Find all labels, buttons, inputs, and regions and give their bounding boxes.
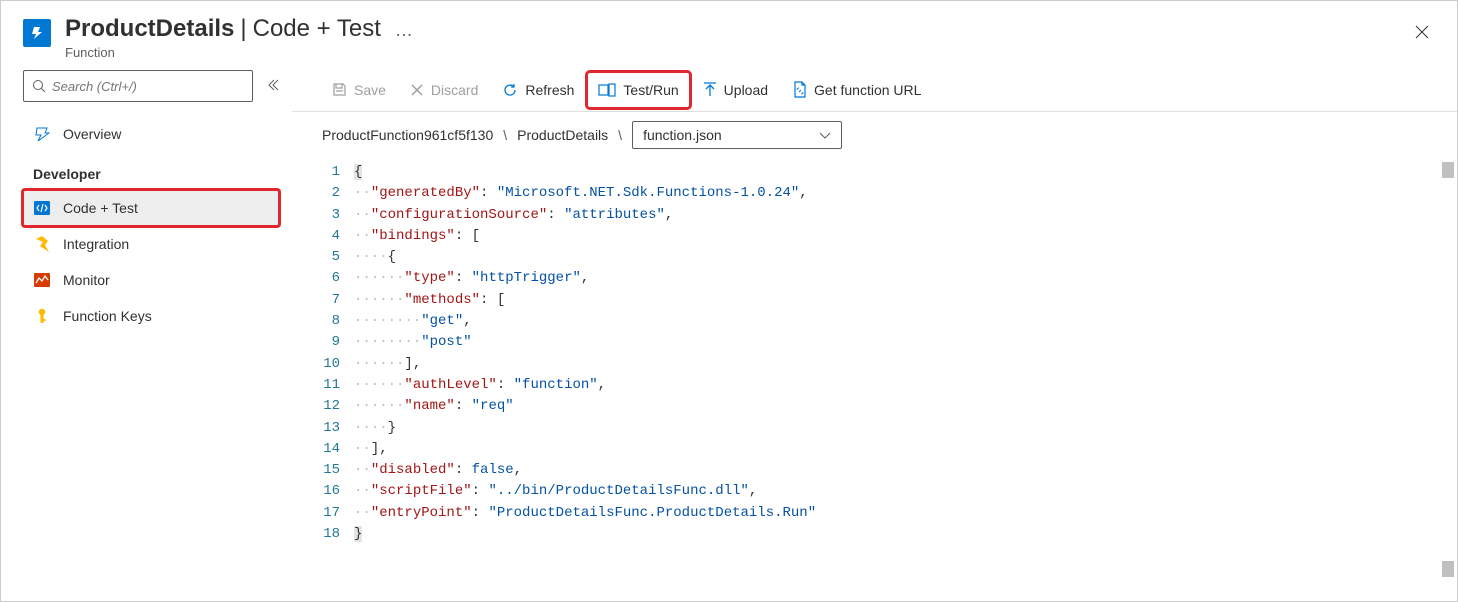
close-button[interactable]: [1415, 25, 1429, 44]
main-content: Save Discard Refresh: [291, 60, 1457, 601]
more-icon[interactable]: …: [395, 20, 413, 41]
sidebar-item-label: Monitor: [63, 272, 110, 288]
code-editor[interactable]: 123456789101112131415161718 {··"generate…: [292, 158, 1457, 601]
button-label: Discard: [431, 82, 478, 98]
scrollbar-thumb[interactable]: [1442, 561, 1454, 577]
chevron-down-icon: [819, 127, 831, 143]
button-label: Upload: [724, 82, 768, 98]
test-run-button[interactable]: Test/Run: [588, 73, 688, 107]
search-input[interactable]: [52, 79, 244, 94]
sidebar-item-integration[interactable]: Integration: [23, 226, 279, 262]
breadcrumb-separator: \: [503, 127, 507, 143]
toolbar: Save Discard Refresh: [292, 68, 1457, 112]
page-title: ProductDetails | Code + Test …: [65, 15, 413, 43]
file-select-value: function.json: [643, 127, 722, 143]
discard-button[interactable]: Discard: [400, 73, 488, 107]
sidebar-item-label: Code + Test: [63, 200, 138, 216]
line-number-gutter: 123456789101112131415161718: [302, 158, 354, 601]
search-icon: [32, 79, 46, 93]
refresh-icon: [502, 82, 518, 98]
sidebar-item-code-test[interactable]: Code + Test: [23, 190, 279, 226]
sidebar-section-developer: Developer: [23, 166, 279, 182]
test-run-icon: [598, 83, 616, 97]
sidebar-item-monitor[interactable]: Monitor: [23, 262, 279, 298]
title-resource: ProductDetails: [65, 15, 234, 43]
function-keys-icon: [33, 308, 51, 324]
integration-icon: [33, 236, 51, 252]
page-subtitle: Function: [65, 45, 413, 60]
collapse-sidebar-button[interactable]: [267, 79, 279, 94]
title-section: Code + Test: [253, 15, 381, 43]
breadcrumb: ProductFunction961cf5f130 \ ProductDetai…: [292, 112, 1457, 158]
discard-icon: [410, 83, 424, 97]
page-header: ProductDetails | Code + Test … Function: [1, 1, 1457, 60]
breadcrumb-root[interactable]: ProductFunction961cf5f130: [322, 127, 493, 143]
file-select-dropdown[interactable]: function.json: [632, 121, 842, 149]
button-label: Test/Run: [623, 82, 678, 98]
save-button[interactable]: Save: [322, 73, 396, 107]
function-logo-icon: [23, 19, 51, 47]
code-content[interactable]: {··"generatedBy": "Microsoft.NET.Sdk.Fun…: [354, 158, 1457, 601]
upload-icon: [703, 82, 717, 98]
get-function-url-button[interactable]: Get function URL: [782, 73, 931, 107]
search-input-wrapper[interactable]: [23, 70, 253, 102]
code-test-icon: [33, 201, 51, 215]
overview-icon: [33, 126, 51, 142]
breadcrumb-function[interactable]: ProductDetails: [517, 127, 608, 143]
sidebar-item-label: Overview: [63, 126, 121, 142]
get-url-icon: [792, 81, 807, 98]
save-icon: [332, 82, 347, 97]
title-separator: |: [240, 15, 246, 43]
scrollbar-thumb[interactable]: [1442, 162, 1454, 178]
sidebar: Overview Developer Code + Test Integrati…: [1, 60, 291, 601]
upload-button[interactable]: Upload: [693, 73, 778, 107]
button-label: Save: [354, 82, 386, 98]
sidebar-item-overview[interactable]: Overview: [23, 116, 279, 152]
refresh-button[interactable]: Refresh: [492, 73, 584, 107]
monitor-icon: [33, 273, 51, 287]
breadcrumb-separator: \: [618, 127, 622, 143]
sidebar-item-function-keys[interactable]: Function Keys: [23, 298, 279, 334]
button-label: Get function URL: [814, 82, 921, 98]
sidebar-item-label: Function Keys: [63, 308, 152, 324]
sidebar-item-label: Integration: [63, 236, 129, 252]
button-label: Refresh: [525, 82, 574, 98]
